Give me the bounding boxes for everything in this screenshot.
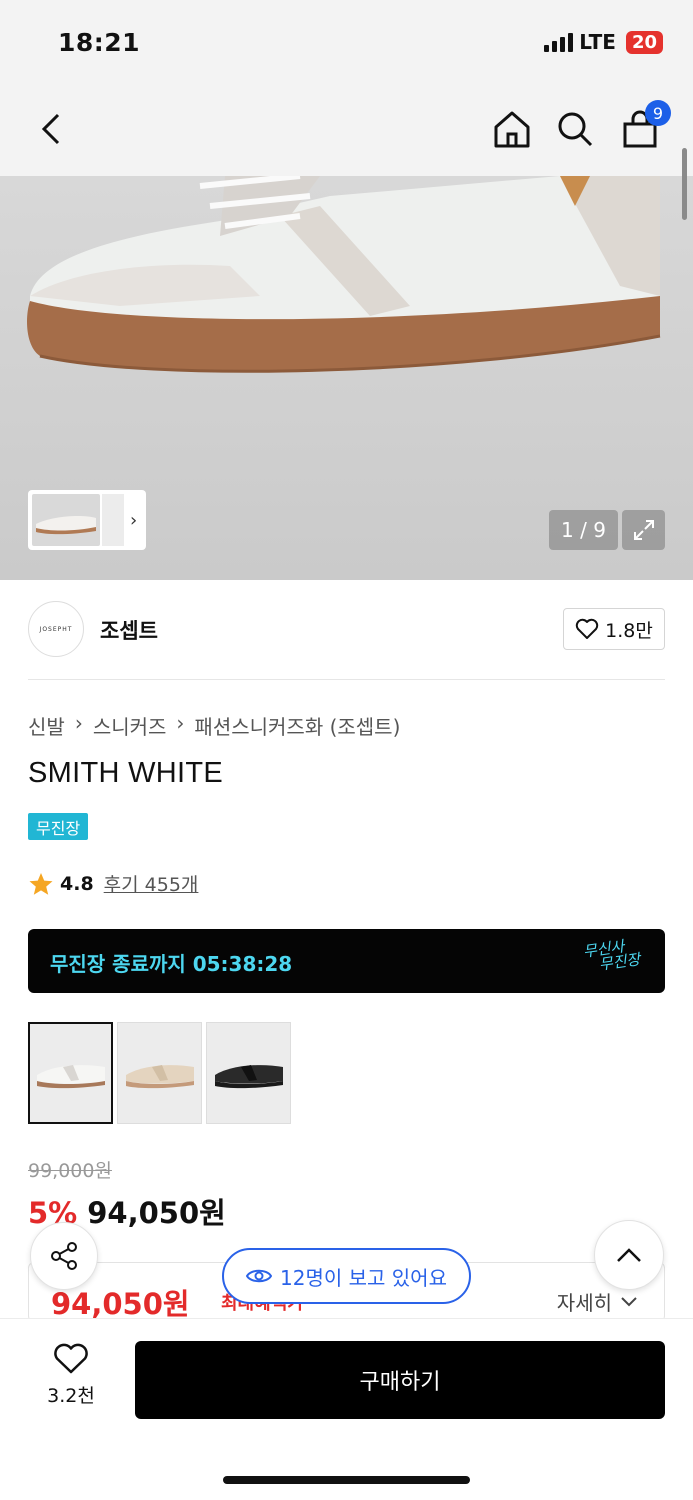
heart-icon bbox=[54, 1343, 88, 1374]
color-options bbox=[28, 1022, 291, 1124]
top-bar: 18:21 LTE 20 9 bbox=[0, 0, 693, 176]
scroll-top-button[interactable] bbox=[594, 1220, 664, 1290]
timer-text: 무진장 종료까지 05:38:28 bbox=[50, 952, 293, 976]
original-price: 99,000원 bbox=[28, 1160, 112, 1182]
brand-like-button[interactable]: 1.8만 bbox=[563, 608, 665, 650]
wishlist-button[interactable]: 3.2천 bbox=[36, 1343, 106, 1408]
thumbnail-strip[interactable]: › bbox=[28, 490, 146, 550]
detail-label: 자세히 bbox=[556, 1291, 612, 1315]
thumbnail-image[interactable] bbox=[32, 494, 100, 546]
chevron-down-icon bbox=[621, 1296, 637, 1306]
color-option-white[interactable] bbox=[28, 1022, 113, 1124]
home-icon bbox=[494, 111, 530, 148]
event-timer-banner[interactable]: 무진장 종료까지 05:38:28 무신사 무진장 bbox=[28, 929, 665, 993]
share-icon bbox=[51, 1242, 77, 1270]
viewers-text: 12명이 보고 있어요 bbox=[280, 1265, 447, 1290]
cart-button[interactable]: 9 bbox=[619, 100, 671, 150]
event-logo: 무신사 무진장 bbox=[581, 937, 641, 974]
chevron-left-icon bbox=[41, 113, 60, 145]
event-logo-line: 무진장 bbox=[597, 950, 641, 974]
breadcrumb-item[interactable]: 패션스니커즈화 (조셉트) bbox=[194, 711, 400, 740]
network-label: LTE bbox=[579, 30, 616, 54]
home-indicator[interactable] bbox=[223, 1476, 470, 1484]
breadcrumb-item[interactable]: 스니커즈 bbox=[93, 711, 167, 740]
signal-icon bbox=[544, 32, 574, 52]
brand-like-count: 1.8만 bbox=[605, 619, 653, 642]
status-time: 18:21 bbox=[58, 28, 141, 57]
share-button[interactable] bbox=[30, 1222, 98, 1290]
breadcrumb-item[interactable]: 신발 bbox=[28, 711, 65, 740]
viewers-pill: 12명이 보고 있어요 bbox=[222, 1248, 471, 1304]
chevron-up-icon bbox=[617, 1248, 641, 1262]
bottom-action-bar: 3.2천 구매하기 bbox=[0, 1318, 693, 1500]
star-icon bbox=[29, 872, 53, 895]
event-badge: 무진장 bbox=[28, 813, 89, 840]
thumbnail-image[interactable] bbox=[102, 494, 124, 546]
breadcrumb: 신발 › 스니커즈 › 패션스니커즈화 (조셉트) bbox=[28, 711, 400, 740]
battery-icon: 20 bbox=[625, 30, 663, 54]
home-button[interactable] bbox=[491, 108, 533, 150]
product-title: SMITH WHITE bbox=[28, 757, 224, 789]
rating-row: 4.8 후기 455개 bbox=[28, 870, 198, 897]
chevron-right-icon[interactable]: › bbox=[130, 510, 137, 531]
search-button[interactable] bbox=[554, 108, 596, 150]
buy-button[interactable]: 구매하기 bbox=[135, 1341, 665, 1419]
status-icons: LTE 20 bbox=[544, 30, 663, 54]
color-option-beige[interactable] bbox=[117, 1022, 202, 1124]
color-option-black[interactable] bbox=[206, 1022, 291, 1124]
divider bbox=[28, 679, 665, 680]
expand-button[interactable] bbox=[622, 510, 665, 550]
brand-name[interactable]: 조셉트 bbox=[100, 615, 158, 645]
brand-row: JOSEPHT 조셉트 1.8만 bbox=[28, 601, 665, 657]
wishlist-count: 3.2천 bbox=[47, 1385, 95, 1407]
chevron-right-icon: › bbox=[74, 711, 83, 735]
heart-icon bbox=[575, 618, 599, 639]
rating-score: 4.8 bbox=[60, 872, 94, 895]
eye-icon bbox=[246, 1269, 273, 1283]
search-icon bbox=[558, 112, 593, 147]
brand-logo[interactable]: JOSEPHT bbox=[28, 601, 84, 657]
scrollbar[interactable] bbox=[682, 148, 687, 220]
product-image-gallery[interactable]: › 1 / 9 bbox=[0, 176, 693, 580]
sale-price: 94,050원 bbox=[87, 1196, 226, 1230]
benefit-detail-link[interactable]: 자세히 bbox=[557, 1287, 638, 1316]
reviews-link[interactable]: 후기 455개 bbox=[104, 870, 199, 897]
back-button[interactable] bbox=[30, 108, 72, 150]
chevron-right-icon: › bbox=[176, 711, 185, 735]
page-indicator: 1 / 9 bbox=[549, 510, 618, 550]
cart-badge: 9 bbox=[645, 100, 671, 126]
expand-icon bbox=[633, 520, 654, 540]
